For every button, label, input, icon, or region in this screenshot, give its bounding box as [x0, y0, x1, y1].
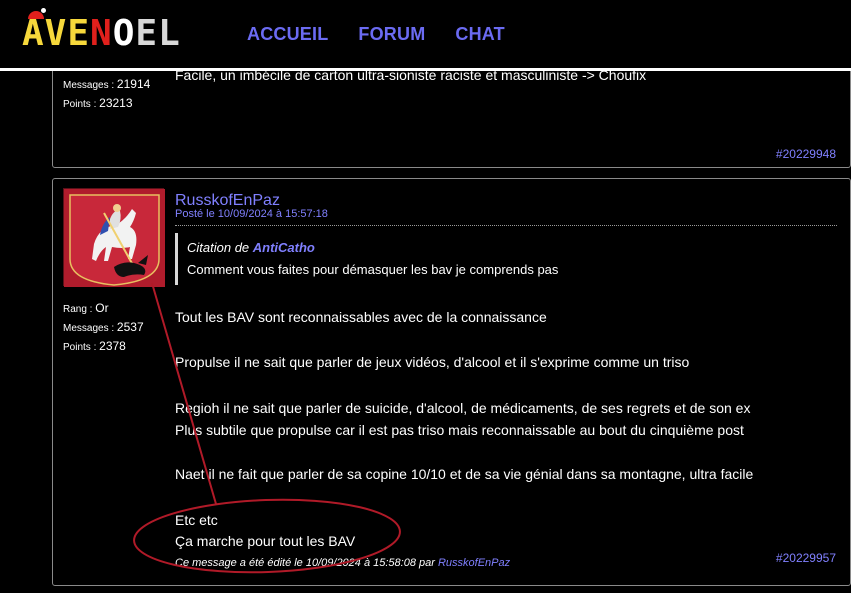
post-text-line-3: Regioh il ne sait que parler de suicide,… — [175, 400, 751, 416]
rank-value: Or — [95, 301, 109, 315]
quote-text: Comment vous faites pour démasquer les b… — [187, 262, 559, 277]
points-stat: Points : 2378 — [63, 339, 126, 353]
quote-prefix: Citation de — [187, 240, 253, 255]
points-count: 2378 — [99, 339, 126, 353]
header-divider — [0, 68, 851, 71]
points-label: Points — [63, 342, 91, 353]
post-20229957: Rang : Or Messages : 2537 Points : 2378 … — [52, 178, 851, 586]
post-text-line-6: Etc etc — [175, 512, 218, 528]
logo-part-4: EL — [135, 13, 181, 54]
post-text-line-7: Ça marche pour tout les BAV — [175, 533, 356, 549]
messages-label: Messages — [63, 323, 109, 334]
edit-notice: Ce message a été édité le 10/09/2024 à 1… — [175, 557, 510, 569]
messages-stat: Messages : 2537 — [63, 320, 144, 334]
edit-notice-text: Ce message a été édité le 10/09/2024 à 1… — [175, 557, 438, 569]
points-count: 23213 — [99, 96, 133, 110]
post-text-line-5: Naet il ne fait que parler de sa copine … — [175, 466, 754, 482]
logo-part-2: N — [90, 13, 113, 54]
messages-count: 2537 — [116, 320, 144, 334]
avatar[interactable] — [63, 188, 165, 287]
quote-author-link[interactable]: AntiCatho — [253, 240, 315, 255]
post-text-line-1: Tout les BAV sont reconnaissables avec d… — [175, 309, 547, 325]
site-logo[interactable]: AVENOEL — [22, 14, 181, 54]
logo-part-1: AVE — [22, 13, 91, 54]
moscow-coat-of-arms-avatar — [64, 189, 165, 287]
nav-accueil[interactable]: ACCUEIL — [247, 24, 328, 45]
site-header: AVENOEL ACCUEIL FORUM CHAT — [0, 0, 851, 70]
post-text-line-2: Propulse il ne sait que parler de jeux v… — [175, 354, 690, 370]
messages-count: 21914 — [116, 77, 151, 91]
rank-label: Rang — [63, 304, 87, 315]
points-label: Points — [63, 99, 91, 110]
santa-hat-icon — [28, 8, 46, 19]
quote-block: Citation de AntiCatho Comment vous faite… — [175, 233, 837, 285]
logo-part-3: O — [112, 13, 136, 54]
messages-label: Messages — [63, 80, 109, 91]
edit-author-link[interactable]: RusskofEnPaz — [438, 557, 510, 569]
nav-chat[interactable]: CHAT — [455, 24, 504, 45]
post-text-line-4: Plus subtile que propulse car il est pas… — [175, 422, 744, 438]
post-id-link[interactable]: #20229957 — [776, 551, 836, 565]
rank-stat: Rang : Or — [63, 301, 109, 315]
post-timestamp-link[interactable]: Posté le 10/09/2024 à 15:57:18 — [175, 208, 328, 220]
post-id-link[interactable]: #20229948 — [776, 147, 836, 161]
quote-header: Citation de AntiCatho — [187, 240, 315, 255]
divider — [175, 225, 837, 226]
nav-forum[interactable]: FORUM — [358, 24, 425, 45]
points-stat: Points : 23213 — [63, 96, 133, 110]
main-nav: ACCUEIL FORUM CHAT — [247, 24, 505, 45]
messages-stat: Messages : 21914 — [63, 77, 151, 91]
